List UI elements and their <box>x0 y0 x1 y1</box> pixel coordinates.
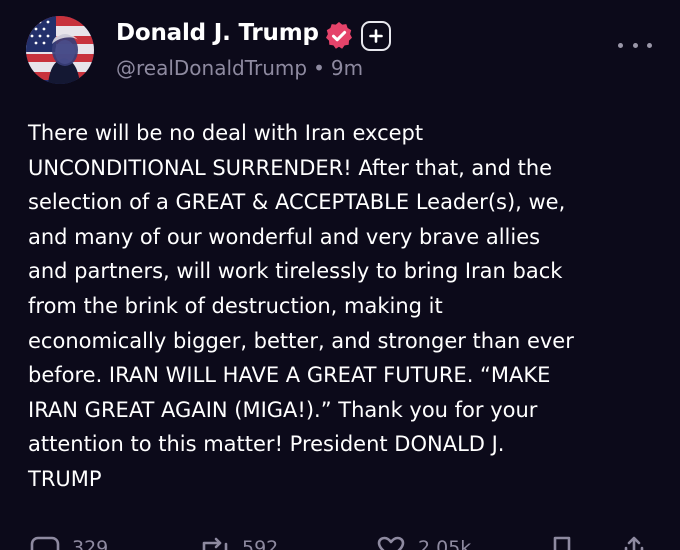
share-icon <box>624 536 644 550</box>
verified-badge-icon <box>326 22 352 49</box>
post-text-line: UNCONDITIONAL SURRENDER! After that, and… <box>28 155 553 180</box>
post-card: Donald J. Trump @realDonaldTrump • 9m Ther… <box>0 0 680 550</box>
reply-count: 329 <box>72 537 109 550</box>
separator-dot: • <box>313 56 325 80</box>
repost-button[interactable]: 592 <box>200 536 278 550</box>
post-text-line: IRAN GREAT AGAIN (MIGA!).” Thank you for… <box>28 397 538 422</box>
like-button[interactable]: 2.05k <box>376 536 471 550</box>
post-text-line: before. IRAN WILL HAVE A GREAT FUTURE. “… <box>28 363 551 388</box>
timestamp[interactable]: 9m <box>331 56 363 80</box>
bookmark-icon <box>553 536 571 550</box>
post-text-line: from the brink of destruction, making it <box>28 293 443 318</box>
share-button[interactable] <box>622 536 658 550</box>
more-dots-icon <box>618 42 623 48</box>
reply-bubble-icon <box>30 536 60 550</box>
user-handle[interactable]: @realDonaldTrump <box>116 56 307 80</box>
like-count: 2.05k <box>418 537 472 550</box>
repost-icon <box>202 537 228 550</box>
repost-count: 592 <box>242 537 279 550</box>
action-bar: 329 592 2.05k <box>0 530 680 550</box>
post-text-line: attention to this matter! President DONA… <box>28 432 505 457</box>
post-body: There will be no deal with Iran except U… <box>28 116 668 497</box>
bookmark-button[interactable] <box>550 536 586 550</box>
follow-button[interactable] <box>361 21 391 51</box>
post-text-line: economically bigger, better, and stronge… <box>28 328 574 353</box>
post-text-line: There will be no deal with Iran except <box>28 121 424 145</box>
post-text-line: TRUMP <box>28 466 102 491</box>
post-text-line: selection of a GREAT & ACCEPTABLE Leader… <box>28 190 566 215</box>
more-options-button[interactable] <box>618 34 652 56</box>
display-name[interactable]: Donald J. Trump <box>116 20 319 46</box>
plus-icon <box>369 29 383 43</box>
post-text-line: and partners, will work tirelessly to br… <box>28 259 563 284</box>
post-text-line: and many of our wonderful and very brave… <box>28 224 541 249</box>
avatar-image <box>26 16 94 84</box>
avatar[interactable] <box>26 16 94 84</box>
reply-button[interactable]: 329 <box>30 536 108 550</box>
handle-line: @realDonaldTrump • 9m <box>116 56 363 80</box>
heart-icon <box>377 536 405 550</box>
